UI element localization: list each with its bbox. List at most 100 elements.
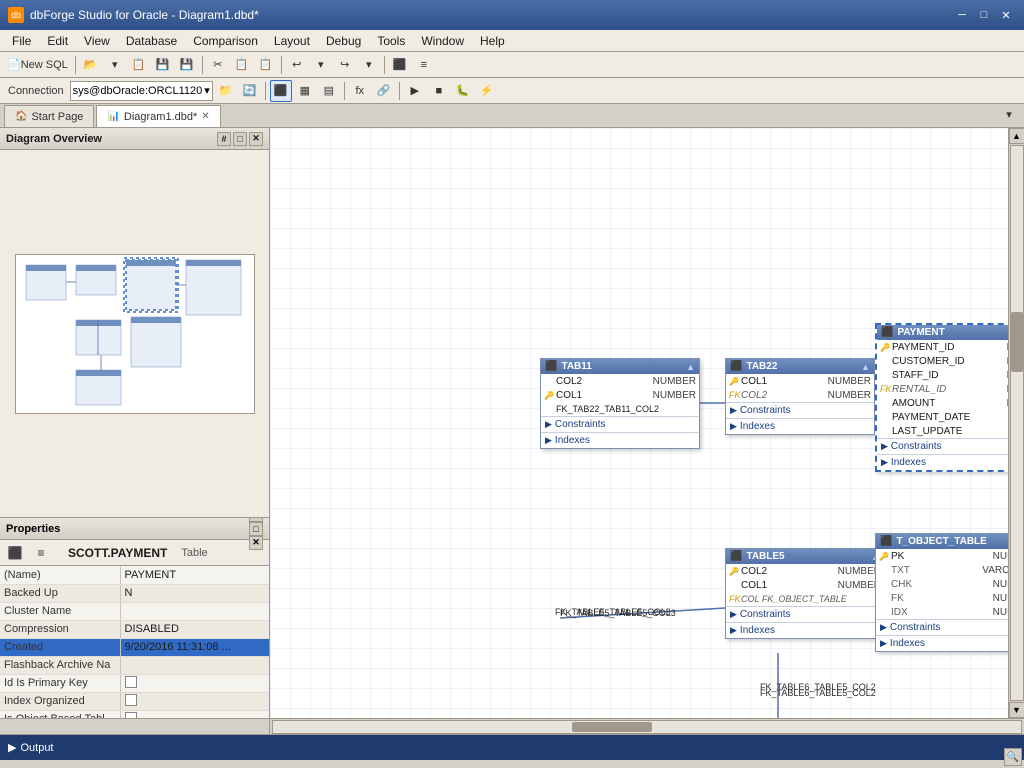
scroll-down-button[interactable]: ▼ <box>1009 702 1024 718</box>
scroll-track[interactable] <box>1010 145 1024 701</box>
run-button[interactable]: ▶ <box>404 80 426 102</box>
col-name: FK_TAB22_TAB11_COL2 <box>556 404 696 414</box>
props-list-view[interactable]: ≡ <box>30 542 52 564</box>
output-bar[interactable]: ▶ Output <box>0 734 1024 760</box>
properties-panel: Properties # □ ✕ ⬛ ≡ SCOTT.PAYMENT Table… <box>0 518 269 718</box>
pk-icon: 🔑 <box>544 391 554 400</box>
payment-constraints[interactable]: ▶ Constraints <box>877 438 1008 454</box>
menu-help[interactable]: Help <box>472 32 513 50</box>
align-button[interactable]: ⬛ <box>389 54 411 76</box>
col-type: NUMBER <box>828 390 871 401</box>
diagram-overview-panel: Diagram Overview # □ ✕ <box>0 128 269 518</box>
dropdown-button[interactable]: ▾ <box>104 54 126 76</box>
undo-dropdown[interactable]: ▾ <box>310 54 332 76</box>
copy-button[interactable]: 📋 <box>231 54 253 76</box>
table-tab22[interactable]: ⬛TAB22 ▲ 🔑 COL1 NUMBER FK COL2 NUMBER <box>725 358 875 435</box>
tab-diagram[interactable]: 📊 Diagram1.dbd* ✕ <box>96 105 220 127</box>
diagram-mode-button[interactable]: ⬛ <box>270 80 292 102</box>
table-table5[interactable]: ⬛TABLE5 ▲ 🔑 COL2 NUMBER COL1 NUMBER <box>725 548 885 639</box>
props-close-button[interactable]: ✕ <box>249 536 263 550</box>
table5-indexes[interactable]: ▶ Indexes <box>726 622 884 638</box>
redo-dropdown[interactable]: ▾ <box>358 54 380 76</box>
menu-debug[interactable]: Debug <box>318 32 369 50</box>
scroll-thumb[interactable] <box>1011 312 1023 372</box>
hscroll-thumb[interactable] <box>572 722 652 732</box>
minimize-button[interactable]: ─ <box>952 6 972 24</box>
table-t-object-table[interactable]: ⬛T_OBJECT_TABLE ▲ 🔑 PK NUMBER TXT VARCHA… <box>875 533 1008 652</box>
overview-close-button[interactable]: ✕ <box>249 132 263 146</box>
conn-refresh-button[interactable]: 🔄 <box>239 80 261 102</box>
prop-value[interactable] <box>120 674 269 692</box>
table-tab11[interactable]: ⬛TAB11 ▲ COL2 NUMBER 🔑 COL1 NUMBER <box>540 358 700 449</box>
prop-value <box>120 656 269 674</box>
table5-constraints[interactable]: ▶ Constraints <box>726 606 884 622</box>
col-type: NUMBER <box>653 390 696 401</box>
diagram-canvas[interactable]: FK_TABLE5_TABLE5_COL3 FK_TABLE6_TABLE5_C… <box>270 128 1008 718</box>
expand-icon: ▶ <box>730 421 737 432</box>
undo-button[interactable]: ↩ <box>286 54 308 76</box>
col-name: RENTAL_ID <box>892 384 1003 395</box>
indexes-label: Indexes <box>740 421 775 432</box>
tab-close-icon[interactable]: ✕ <box>201 111 209 122</box>
debug-button[interactable]: 🐛 <box>452 80 474 102</box>
tab22-indexes[interactable]: ▶ Indexes <box>726 418 874 434</box>
grid-view-button[interactable]: ▤ <box>318 80 340 102</box>
tab11-indexes[interactable]: ▶ Indexes <box>541 432 699 448</box>
open-button[interactable]: 📂 <box>80 54 102 76</box>
zoom-button[interactable]: 🔍 <box>1004 748 1022 766</box>
menu-comparison[interactable]: Comparison <box>185 32 266 50</box>
prop-checkbox[interactable] <box>125 694 137 706</box>
t-object-constraints[interactable]: ▶ Constraints <box>876 619 1008 635</box>
canvas-scroll[interactable]: FK_TABLE5_TABLE5_COL3 FK_TABLE6_TABLE5_C… <box>270 128 1008 718</box>
payment-indexes[interactable]: ▶ Indexes <box>877 454 1008 470</box>
menu-layout[interactable]: Layout <box>266 32 318 50</box>
overview-float-button[interactable]: □ <box>233 132 247 146</box>
properties-scroll[interactable]: (Name)PAYMENTBacked UpNCluster NameCompr… <box>0 566 269 718</box>
overview-pin-button[interactable]: # <box>217 132 231 146</box>
file-new-button[interactable]: 📋 <box>128 54 150 76</box>
connection-selector[interactable]: sys@dbOracle:ORCL1120 ▾ <box>70 81 213 101</box>
t-object-indexes[interactable]: ▶ Indexes <box>876 635 1008 651</box>
stop-button[interactable]: ■ <box>428 80 450 102</box>
tab22-constraints[interactable]: ▶ Constraints <box>726 402 874 418</box>
maximize-button[interactable]: □ <box>974 6 994 24</box>
props-controls: # □ ✕ <box>249 518 263 550</box>
tab11-collapse-btn[interactable]: ▲ <box>686 362 695 372</box>
menu-tools[interactable]: Tools <box>369 32 413 50</box>
scroll-up-button[interactable]: ▲ <box>1009 128 1024 144</box>
close-button[interactable]: ✕ <box>996 6 1016 24</box>
menu-view[interactable]: View <box>76 32 118 50</box>
save-all-button[interactable]: 💾 <box>176 54 198 76</box>
menu-file[interactable]: File <box>4 32 39 50</box>
props-icon-view[interactable]: ⬛ <box>4 542 26 564</box>
paste-button[interactable]: 📋 <box>255 54 277 76</box>
tab-start-page[interactable]: 🏠 Start Page <box>4 105 94 127</box>
payment-date-row: PAYMENT_DATE DATE <box>877 410 1008 424</box>
vertical-scrollbar[interactable]: ▲ ▼ <box>1008 128 1024 718</box>
execute-button[interactable]: ⚡ <box>476 80 498 102</box>
prop-value[interactable] <box>120 692 269 710</box>
tab22-collapse-btn[interactable]: ▲ <box>861 362 870 372</box>
tab-dropdown-button[interactable]: ▾ <box>998 103 1020 125</box>
horizontal-scrollbar[interactable] <box>272 720 1022 734</box>
prop-checkbox[interactable] <box>125 676 137 688</box>
table-payment[interactable]: ⬛PAYMENT ▲ 🔑 PAYMENT_ID NUMBER CUSTOMER_… <box>875 323 1008 472</box>
tab22-header: ⬛TAB22 ▲ <box>726 359 874 374</box>
menu-database[interactable]: Database <box>118 32 185 50</box>
props-float-button[interactable]: □ <box>249 522 263 536</box>
redo-button[interactable]: ↪ <box>334 54 356 76</box>
menu-window[interactable]: Window <box>413 32 472 50</box>
link-button[interactable]: 🔗 <box>373 80 395 102</box>
tab11-constraints[interactable]: ▶ Constraints <box>541 416 699 432</box>
toolbar-separator-5 <box>265 82 266 100</box>
prop-value[interactable] <box>120 710 269 718</box>
table-view-button[interactable]: ▦ <box>294 80 316 102</box>
menu-edit[interactable]: Edit <box>39 32 76 50</box>
cut-button[interactable]: ✂ <box>207 54 229 76</box>
expression-button[interactable]: fx <box>349 80 371 102</box>
new-sql-button[interactable]: 📄 New SQL <box>4 54 71 76</box>
format-button[interactable]: ≡ <box>413 54 435 76</box>
conn-browse-button[interactable]: 📁 <box>215 80 237 102</box>
save-button[interactable]: 💾 <box>152 54 174 76</box>
prop-checkbox[interactable] <box>125 712 137 719</box>
